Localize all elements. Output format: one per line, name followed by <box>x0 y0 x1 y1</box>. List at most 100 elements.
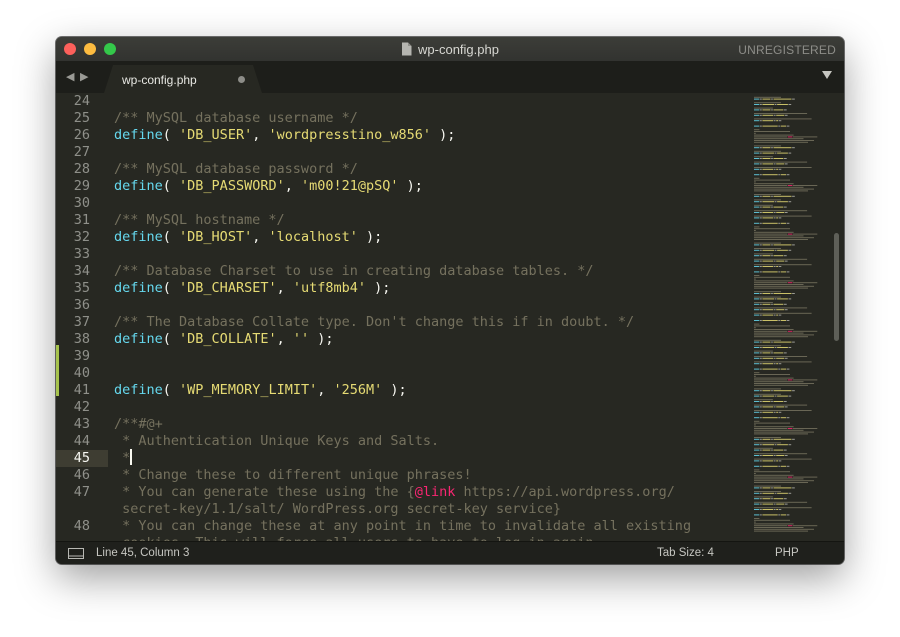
minimap-stroke <box>780 174 787 176</box>
minimap-stroke <box>762 217 774 219</box>
minimap-stroke <box>754 498 760 500</box>
line-number: 30 <box>73 195 90 211</box>
code-text: * You can change these at any point in t… <box>114 518 691 535</box>
minimap-stroke <box>784 455 788 456</box>
minimap-stroke <box>760 168 762 170</box>
code-line[interactable]: 37 /** The Database Collate type. Don't c… <box>56 314 746 331</box>
minimap-stroke <box>760 401 762 402</box>
minimap-stroke <box>754 188 814 190</box>
minimap-stroke <box>777 201 788 203</box>
minimap-stroke <box>762 195 771 197</box>
code-line[interactable]: 28 /** MySQL database password */ <box>56 161 746 178</box>
minimap-stroke <box>771 206 773 208</box>
code-line[interactable]: 41 define( 'WP_MEMORY_LIMIT', '256M' ); <box>56 382 746 399</box>
minimap-stroke <box>776 363 778 365</box>
minimap-stroke <box>784 498 787 500</box>
minimap-stroke <box>773 438 792 440</box>
minimap[interactable] <box>753 93 833 541</box>
tab-back-arrow-icon[interactable]: ◀ <box>66 70 74 83</box>
code-line[interactable]: 30 <box>56 195 746 212</box>
minimap-stroke <box>754 185 788 186</box>
code-line[interactable]: 44 * Authentication Unique Keys and Salt… <box>56 433 746 450</box>
minimap-stroke <box>793 476 818 478</box>
tab-menu-dropdown-icon[interactable] <box>822 71 832 79</box>
code-token: , <box>276 331 293 347</box>
code-line[interactable]: 31 /** MySQL hostname */ <box>56 212 746 229</box>
tab-size-selector[interactable]: Tab Size: 4 <box>657 547 714 559</box>
code-token: ( <box>162 127 180 143</box>
minimap-stroke <box>760 514 762 516</box>
minimap-stroke <box>754 152 760 154</box>
code-token: '256M' <box>333 382 383 398</box>
minimap-stroke <box>754 222 760 224</box>
code-text: define( 'DB_CHARSET', 'utf8mb4' ); <box>114 280 390 297</box>
code-line[interactable]: secret-key/1.1/salt/ WordPress.org secre… <box>56 501 746 518</box>
code-line[interactable]: 47 * You can generate these using the {@… <box>56 484 746 501</box>
minimap-stroke <box>777 152 788 154</box>
minimap-stroke <box>762 255 771 257</box>
code-line[interactable]: 24 <box>56 93 746 110</box>
minimap-stroke <box>762 460 774 462</box>
minimap-stroke <box>776 260 785 262</box>
minimap-stroke <box>760 114 762 116</box>
code-line[interactable]: 40 <box>56 365 746 382</box>
code-line[interactable]: 33 <box>56 246 746 263</box>
code-line[interactable]: 25 /** MySQL database username */ <box>56 110 746 127</box>
syntax-selector[interactable]: PHP <box>775 547 799 559</box>
minimap-stroke <box>762 266 774 267</box>
minimap-stroke <box>754 426 794 428</box>
code-view[interactable]: 24 25 /** MySQL database username */ 26 defi… <box>56 93 746 541</box>
minimap-stroke <box>778 465 781 467</box>
code-line[interactable]: 43 /**#@+ <box>56 416 746 433</box>
code-line[interactable]: 36 <box>56 297 746 314</box>
minimap-stroke <box>777 347 788 348</box>
line-number: 46 <box>73 467 90 483</box>
minimap-stroke <box>760 352 762 354</box>
license-status-label[interactable]: UNREGISTERED <box>738 43 836 57</box>
code-line[interactable]: 38 define( 'DB_COLLATE', '' ); <box>56 331 746 348</box>
minimap-stroke <box>754 167 812 168</box>
tab-forward-arrow-icon[interactable]: ▶ <box>80 70 88 83</box>
minimap-stroke <box>776 168 778 170</box>
window-title: wp-config.php <box>418 42 499 57</box>
code-token: ( <box>162 229 180 245</box>
code-line[interactable]: 26 define( 'DB_USER', 'wordpresstino_w856… <box>56 127 746 144</box>
minimap-stroke <box>774 152 777 154</box>
minimap-stroke <box>754 404 808 406</box>
minimap-stroke <box>754 356 808 357</box>
code-line[interactable]: 35 define( 'DB_CHARSET', 'utf8mb4' ); <box>56 280 746 297</box>
minimap-stroke <box>762 303 771 305</box>
code-line[interactable]: 34 /** Database Charset to use in creatin… <box>56 263 746 280</box>
minimap-stroke <box>754 129 760 131</box>
minimap-stroke <box>754 120 760 122</box>
minimap-stroke <box>776 114 785 116</box>
code-line[interactable]: 45 * <box>56 450 746 467</box>
tab-wp-config[interactable]: wp-config.php <box>104 65 262 93</box>
minimap-stroke <box>784 357 788 359</box>
scrollbar-thumb[interactable] <box>834 233 839 341</box>
minimap-stroke <box>760 244 762 246</box>
console-panel-icon[interactable] <box>68 548 84 559</box>
minimap-stroke <box>754 138 804 140</box>
minimap-stroke <box>760 293 762 294</box>
code-line[interactable]: 27 <box>56 144 746 161</box>
code-token: '' <box>292 331 310 347</box>
code-line[interactable]: 32 define( 'DB_HOST', 'localhost' ); <box>56 229 746 246</box>
code-line[interactable]: 46 * Change these to different unique ph… <box>56 467 746 484</box>
unsaved-dot-icon[interactable] <box>238 76 245 83</box>
minimap-stroke <box>760 444 762 446</box>
code-line[interactable]: 42 <box>56 399 746 416</box>
minimap-stroke <box>754 141 808 143</box>
minimap-stroke <box>754 431 814 433</box>
minimap-stroke <box>762 212 774 213</box>
editor-area[interactable]: 24 25 /** MySQL database username */ 26 defi… <box>56 93 844 541</box>
minimap-stroke <box>771 147 773 149</box>
code-line[interactable]: 39 <box>56 348 746 365</box>
minimap-stroke <box>754 492 760 494</box>
minimap-stroke <box>762 206 771 208</box>
code-line[interactable]: 29 define( 'DB_PASSWORD', 'm00!21@pSQ' ); <box>56 178 746 195</box>
cursor-position-label: Line 45, Column 3 <box>96 547 190 559</box>
code-line[interactable]: 48 * You can change these at any point i… <box>56 518 746 535</box>
minimap-stroke <box>754 296 781 298</box>
line-number: 29 <box>73 178 90 194</box>
